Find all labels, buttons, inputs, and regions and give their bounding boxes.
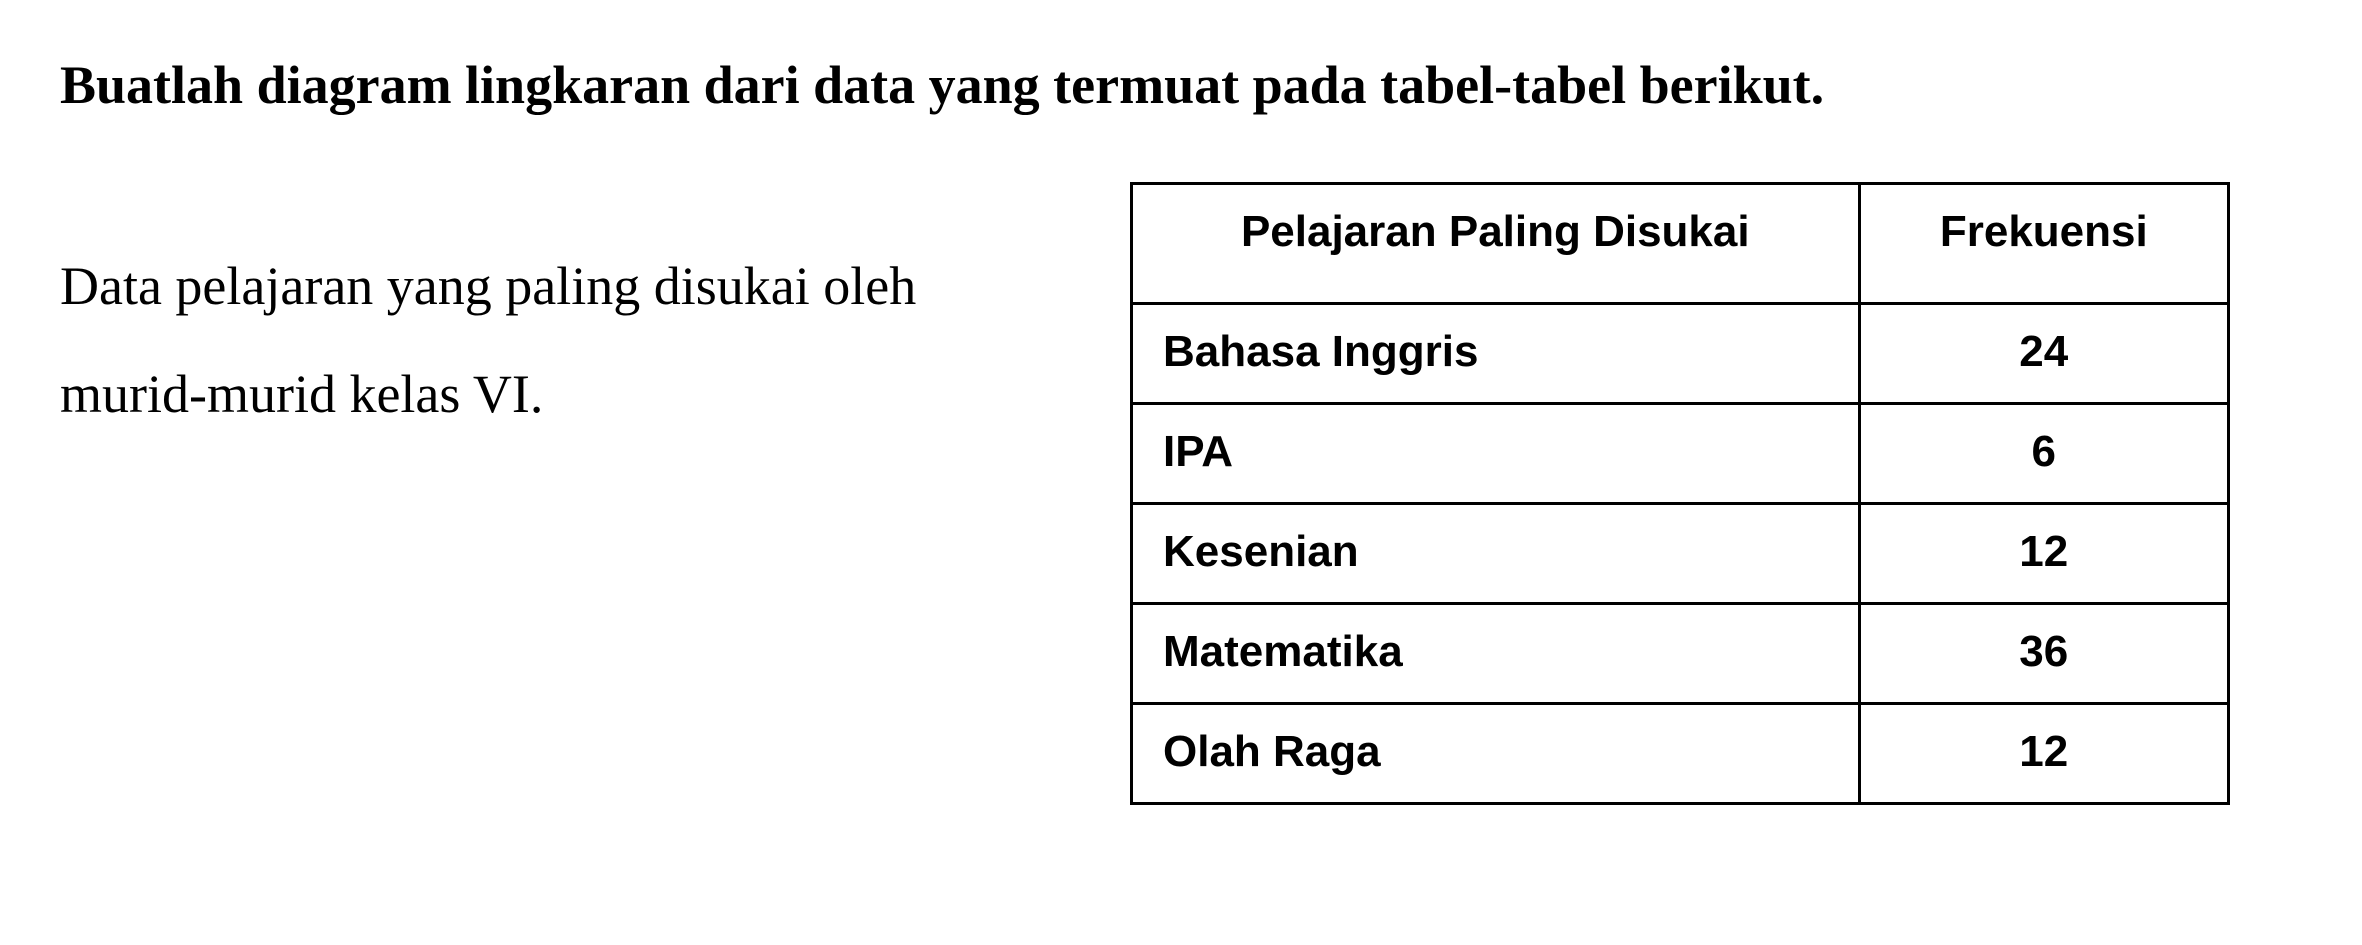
table-row: Olah Raga 12	[1132, 703, 2229, 803]
table-row: Kesenian 12	[1132, 503, 2229, 603]
cell-subject: Bahasa Inggris	[1132, 303, 1860, 403]
cell-subject: IPA	[1132, 403, 1860, 503]
main-row: Data pelajaran yang paling disukai oleh …	[60, 182, 2302, 805]
table-row: Matematika 36	[1132, 603, 2229, 703]
header-frequency: Frekuensi	[1859, 183, 2228, 303]
instruction-text: Buatlah diagram lingkaran dari data yang…	[60, 40, 2302, 132]
cell-subject: Kesenian	[1132, 503, 1860, 603]
cell-frequency: 24	[1859, 303, 2228, 403]
frequency-table: Pelajaran Paling Disukai Frekuensi Bahas…	[1130, 182, 2230, 805]
cell-frequency: 12	[1859, 503, 2228, 603]
table-row: IPA 6	[1132, 403, 2229, 503]
content-wrapper: Buatlah diagram lingkaran dari data yang…	[60, 40, 2302, 805]
cell-subject: Matematika	[1132, 603, 1860, 703]
description-text: Data pelajaran yang paling disukai oleh …	[60, 182, 1010, 448]
header-subject: Pelajaran Paling Disukai	[1132, 183, 1860, 303]
cell-frequency: 6	[1859, 403, 2228, 503]
cell-frequency: 12	[1859, 703, 2228, 803]
cell-frequency: 36	[1859, 603, 2228, 703]
table-header-row: Pelajaran Paling Disukai Frekuensi	[1132, 183, 2229, 303]
table-row: Bahasa Inggris 24	[1132, 303, 2229, 403]
cell-subject: Olah Raga	[1132, 703, 1860, 803]
